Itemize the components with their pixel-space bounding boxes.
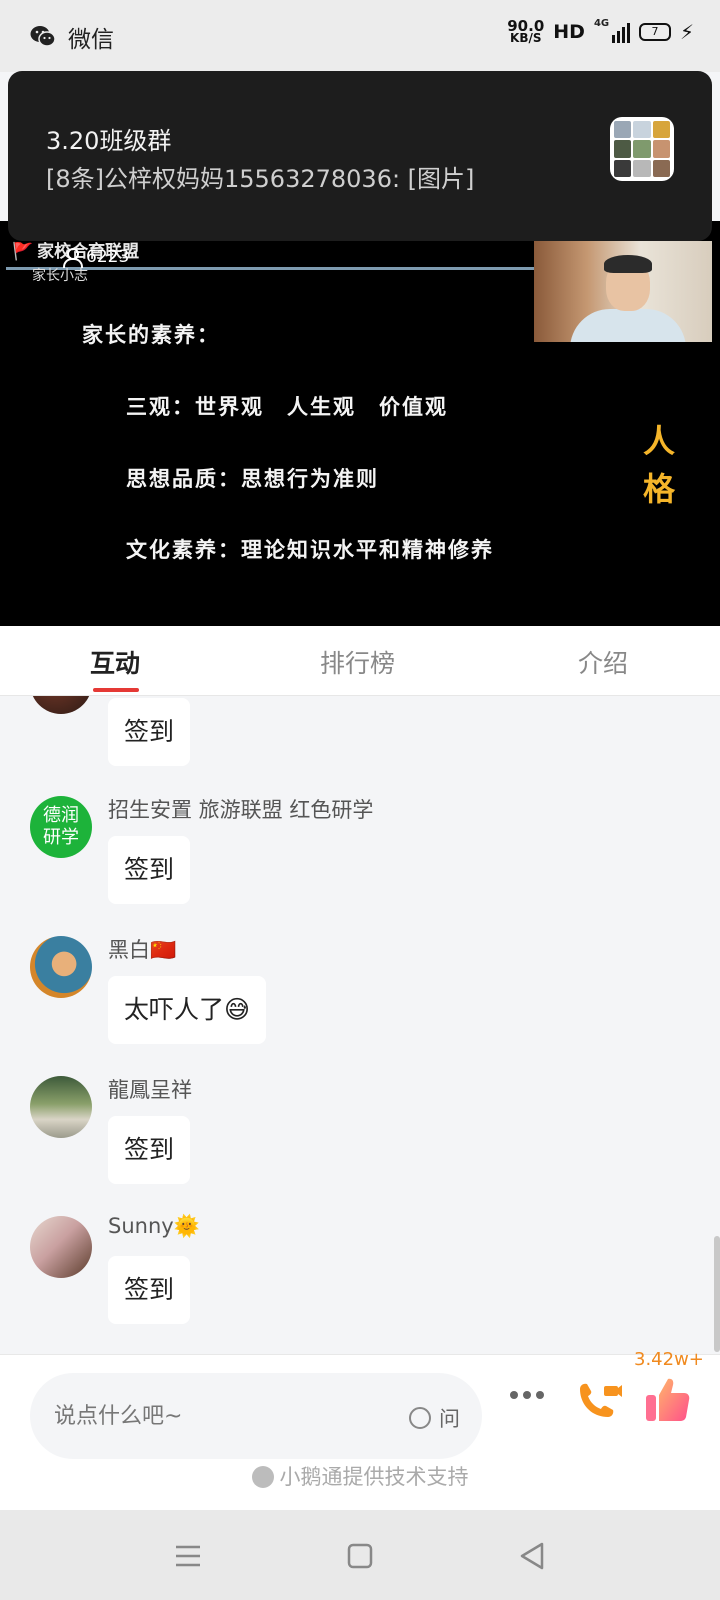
message-bubble: 签到 (108, 698, 191, 766)
net-speed: 90.0 KB/S (507, 19, 544, 45)
user-avatar[interactable] (30, 1076, 92, 1138)
ask-question-toggle[interactable]: 问 (409, 1403, 460, 1433)
active-tab-indicator (93, 688, 139, 692)
bottom-input-bar: 问 3.42w+ 小鹅通提供技术支持 (0, 1349, 720, 1510)
network-type: 4G (593, 18, 610, 29)
more-options-icon[interactable] (510, 1391, 544, 1399)
notification-title: 3.20班级群 (46, 127, 172, 155)
phone-call-icon[interactable] (574, 1381, 622, 1425)
hd-indicator: HD (553, 21, 585, 43)
powered-by: 小鹅通提供技术支持 (0, 1461, 720, 1491)
battery-level: 7 (651, 25, 659, 38)
message-notification[interactable]: 3.20班级群 [8条]公梓权妈妈15563278036: [图片] (8, 71, 712, 241)
tab-intro[interactable]: 介绍 (578, 644, 628, 680)
slide-side-text: 人格 (642, 422, 675, 508)
tab-ranking[interactable]: 排行榜 (320, 644, 395, 680)
notification-message: [8条]公梓权妈妈15563278036: [图片] (46, 165, 475, 193)
menu-nav-icon[interactable] (168, 1536, 208, 1576)
tab-interaction[interactable]: 互动 (90, 644, 140, 692)
user-name: 黑白🇨🇳 (108, 938, 177, 962)
wechat-icon (30, 26, 56, 47)
flag-icon: 🚩 (12, 242, 34, 262)
user-avatar[interactable] (30, 696, 92, 714)
status-app-name: 微信 (68, 27, 114, 53)
xiaoe-logo-icon (251, 1466, 274, 1488)
chat-scrollbar[interactable] (714, 1236, 720, 1352)
video-subtitle: 家长小志 (32, 268, 88, 284)
user-name: 龍鳳呈祥 (108, 1078, 192, 1102)
charging-icon: ⚡ (679, 20, 694, 44)
message-bubble: 签到 (108, 836, 191, 904)
message-bubble: 太吓人了😅 (108, 976, 267, 1044)
group-avatar (610, 117, 674, 181)
radio-circle-icon (409, 1407, 431, 1429)
system-nav-bar (0, 1510, 720, 1600)
like-count: 3.42w+ (634, 1349, 704, 1370)
message-bubble: 签到 (108, 1116, 191, 1184)
ask-label: 问 (439, 1407, 460, 1431)
slide-line: 思想品质：思想行为准则 (126, 466, 379, 491)
tab-bar: 互动 排行榜 介绍 (0, 626, 720, 696)
user-avatar[interactable] (30, 936, 92, 998)
comment-input[interactable] (54, 1373, 374, 1459)
viewer-count-value: 6223 (86, 247, 130, 267)
status-bar: 微信 90.0 KB/S HD 4G 7 ⚡ (0, 0, 720, 72)
live-video-player[interactable]: 🚩 家校合育联盟 家长小志 6223 家长的素养： 三观：世界观 人生观 价值观 … (0, 221, 720, 626)
user-icon (62, 248, 83, 268)
user-avatar[interactable] (30, 1216, 92, 1278)
user-name: 招生安置 旅游联盟 红色研学 (108, 798, 374, 822)
net-speed-unit: KB/S (510, 31, 542, 45)
thumbs-up-icon[interactable] (642, 1375, 692, 1425)
viewer-count: 6223 (62, 247, 130, 268)
user-avatar[interactable]: 德润研学 (30, 796, 92, 858)
message-bubble: 签到 (108, 1256, 191, 1324)
slide-line: 文化素养：理论知识水平和精神修养 (126, 537, 494, 562)
presenter-video[interactable] (534, 241, 712, 342)
signal-icon: 4G (593, 18, 630, 43)
user-name: Sunny🌞 (108, 1214, 200, 1238)
comment-input-wrapper[interactable]: 问 (30, 1373, 482, 1459)
battery-icon: 7 (638, 23, 671, 41)
back-nav-icon[interactable] (512, 1536, 552, 1576)
home-nav-icon[interactable] (340, 1536, 380, 1576)
chat-list[interactable]: 签到 德润研学 招生安置 旅游联盟 红色研学 签到 黑白🇨🇳 太吓人了😅 龍鳳呈… (0, 696, 720, 1354)
slide-heading: 家长的素养： (82, 322, 220, 347)
slide-line: 三观：世界观 人生观 价值观 (126, 394, 448, 419)
